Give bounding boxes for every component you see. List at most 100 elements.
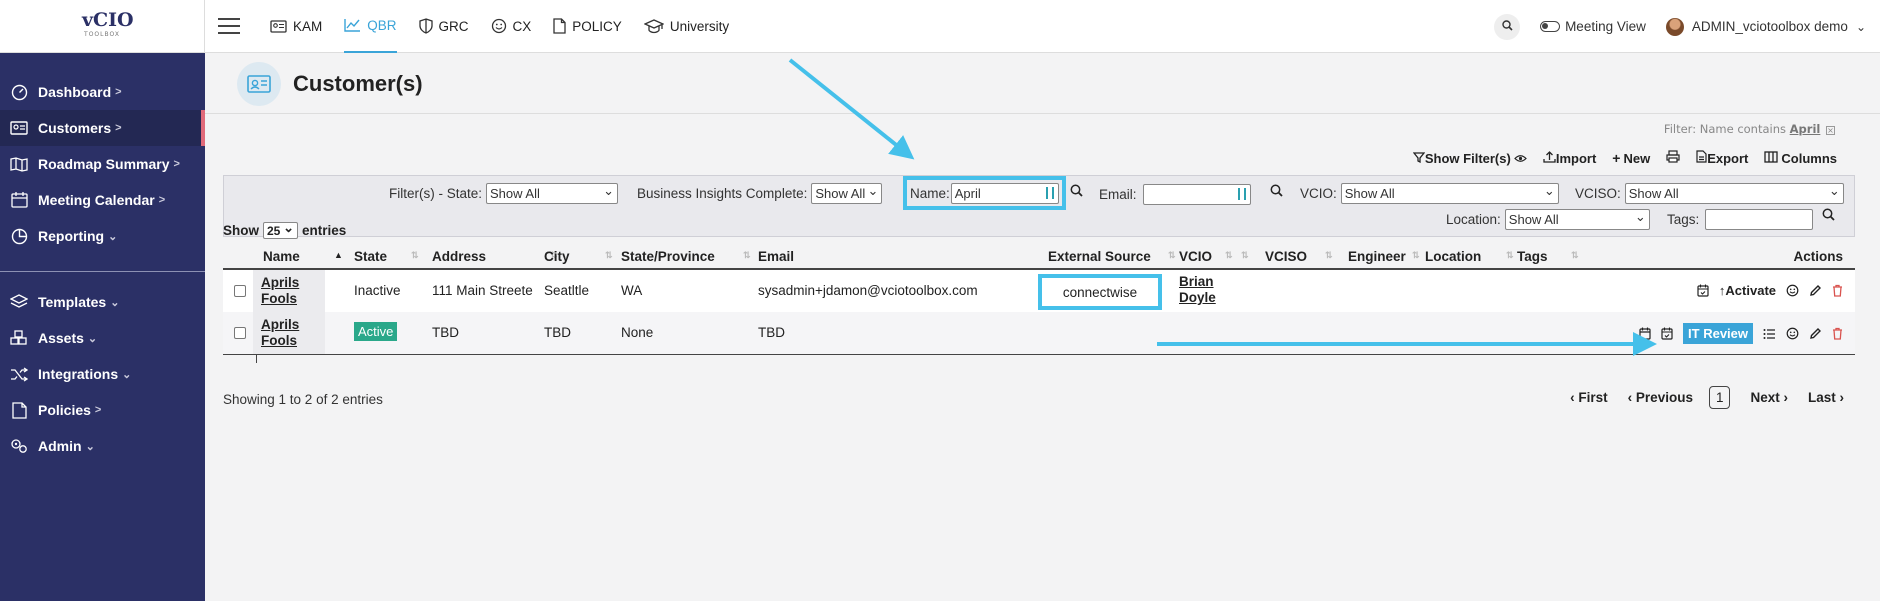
sidebar: vCIO TOOLBOX Dashboard > Customers > Roa… bbox=[0, 0, 205, 601]
keyboard-icon bbox=[1045, 186, 1054, 199]
sidebar-item-customers[interactable]: Customers > bbox=[0, 110, 205, 146]
print-button[interactable] bbox=[1666, 150, 1680, 166]
email-search-icon[interactable] bbox=[1270, 184, 1283, 197]
vciso-filter-label: VCISO: bbox=[1575, 186, 1621, 201]
col-email[interactable]: Email bbox=[758, 249, 794, 264]
sidebar-item-roadmap-summary[interactable]: Roadmap Summary > bbox=[0, 146, 205, 182]
new-button[interactable]: + New bbox=[1612, 150, 1650, 166]
col-tags[interactable]: Tags bbox=[1517, 249, 1548, 264]
sidebar-item-meeting-calendar[interactable]: Meeting Calendar > bbox=[0, 182, 205, 218]
col-state-province[interactable]: State/Province bbox=[621, 249, 715, 264]
row-checkbox[interactable] bbox=[234, 285, 246, 297]
clear-filter-icon[interactable]: × bbox=[1826, 126, 1835, 135]
sidebar-item-label: Meeting Calendar bbox=[38, 192, 155, 208]
sidebar-item-integrations[interactable]: Integrations ⌄ bbox=[0, 356, 205, 392]
tags-search-icon[interactable] bbox=[1822, 208, 1835, 221]
sidebar-item-assets[interactable]: Assets ⌄ bbox=[0, 320, 205, 356]
business-insights-filter: Business Insights Complete: Show All bbox=[637, 183, 883, 204]
show-filters-button[interactable]: Show Filter(s) bbox=[1412, 151, 1527, 166]
sidebar-item-policies[interactable]: Policies > bbox=[0, 392, 205, 428]
edit-pencil-icon[interactable] bbox=[1809, 327, 1822, 340]
previous-page-button[interactable]: ‹ Previous bbox=[1628, 390, 1693, 405]
customers-table: Name ▲ State ⇅ Address ⇅ City ⇅ State/Pr… bbox=[223, 242, 1855, 363]
chevron-right-icon: > bbox=[94, 404, 102, 416]
email-filter-input[interactable] bbox=[1142, 184, 1251, 205]
col-engineer[interactable]: Engineer bbox=[1348, 249, 1406, 264]
nav-policy[interactable]: POLICY bbox=[553, 0, 622, 53]
col-location[interactable]: Location bbox=[1425, 249, 1481, 264]
smile-icon[interactable] bbox=[1786, 284, 1799, 297]
it-review-button[interactable]: IT Review bbox=[1683, 323, 1753, 344]
col-name[interactable]: Name bbox=[263, 249, 300, 264]
page-number-button[interactable]: 1 bbox=[1708, 386, 1731, 409]
nav-grc[interactable]: GRC bbox=[418, 0, 469, 53]
location-select[interactable]: Show All bbox=[1504, 209, 1650, 230]
hamburger-menu-icon[interactable] bbox=[218, 13, 240, 39]
col-vcio[interactable]: VCIO bbox=[1179, 249, 1212, 264]
calendar-check-icon[interactable] bbox=[1661, 327, 1673, 340]
col-address[interactable]: Address bbox=[432, 249, 486, 264]
smile-icon[interactable] bbox=[1786, 327, 1799, 340]
sidebar-item-reporting[interactable]: Reporting ⌄ bbox=[0, 218, 205, 254]
tags-filter-input[interactable] bbox=[1705, 209, 1814, 230]
table-info: Showing 1 to 2 of 2 entries bbox=[223, 392, 383, 407]
edit-pencil-icon[interactable] bbox=[1809, 284, 1822, 297]
calendar-icon[interactable] bbox=[1639, 327, 1651, 340]
meeting-view-toggle[interactable]: Meeting View bbox=[1540, 19, 1646, 34]
col-state[interactable]: State bbox=[354, 249, 387, 264]
sidebar-divider bbox=[0, 271, 205, 272]
sidebar-item-admin[interactable]: Admin ⌄ bbox=[0, 428, 205, 464]
document-icon bbox=[8, 401, 30, 419]
delete-trash-icon[interactable] bbox=[1832, 327, 1843, 340]
filter-note-value[interactable]: April bbox=[1790, 122, 1821, 136]
columns-icon bbox=[1764, 150, 1779, 166]
logo-box[interactable]: vCIO TOOLBOX bbox=[0, 0, 205, 53]
vcio-select[interactable]: Show All bbox=[1340, 183, 1559, 204]
sidebar-item-dashboard[interactable]: Dashboard > bbox=[0, 74, 205, 110]
avatar bbox=[1665, 17, 1684, 36]
graduation-cap-icon bbox=[643, 18, 664, 34]
first-page-button[interactable]: ‹ First bbox=[1570, 390, 1608, 405]
col-city[interactable]: City bbox=[544, 249, 570, 264]
user-menu[interactable]: ADMIN_vciotoolbox demo ⌄ bbox=[1665, 17, 1866, 36]
sidebar-item-templates[interactable]: Templates ⌄ bbox=[0, 284, 205, 320]
nav-cx[interactable]: CX bbox=[491, 0, 531, 53]
columns-button[interactable]: Columns bbox=[1764, 151, 1837, 166]
import-button[interactable]: Import bbox=[1543, 151, 1596, 166]
page-length-select[interactable]: 25 bbox=[263, 222, 298, 239]
calendar-check-icon[interactable] bbox=[1697, 284, 1709, 297]
sidebar-item-label: Admin bbox=[38, 438, 82, 454]
new-label: New bbox=[1623, 150, 1651, 166]
row-actions: IT Review bbox=[1629, 323, 1843, 344]
state-filter-label: Filter(s) - State: bbox=[389, 186, 483, 201]
global-search-button[interactable] bbox=[1494, 13, 1521, 40]
eye-icon bbox=[1513, 151, 1527, 166]
row-checkbox[interactable] bbox=[234, 327, 246, 339]
business-insights-select[interactable]: Show All bbox=[811, 183, 883, 204]
activate-button[interactable]: ↑ Activate bbox=[1719, 283, 1776, 298]
name-filter-input[interactable]: April bbox=[950, 182, 1059, 204]
page-header: Customer(s) bbox=[205, 54, 1880, 114]
col-external-source[interactable]: External Source bbox=[1048, 249, 1151, 264]
col-vciso[interactable]: VCISO bbox=[1265, 249, 1307, 264]
col-actions: Actions bbox=[1793, 249, 1843, 264]
logo[interactable]: vCIO TOOLBOX bbox=[82, 9, 134, 43]
last-label: Last bbox=[1807, 390, 1836, 405]
name-search-icon[interactable] bbox=[1070, 184, 1083, 197]
vcio-link[interactable]: Brian Doyle bbox=[1179, 274, 1216, 306]
last-page-button[interactable]: Last › bbox=[1808, 390, 1844, 405]
nav-qbr[interactable]: QBR bbox=[344, 0, 397, 53]
customer-name-line: Fools bbox=[261, 291, 297, 306]
state-select[interactable]: Show All bbox=[486, 183, 619, 204]
export-button[interactable]: Export bbox=[1696, 150, 1748, 166]
next-page-button[interactable]: Next › bbox=[1750, 390, 1788, 405]
sort-icon: ⇅ bbox=[1325, 250, 1333, 260]
list-icon[interactable] bbox=[1763, 328, 1776, 340]
delete-trash-icon[interactable] bbox=[1832, 284, 1843, 297]
customer-name-link[interactable]: Aprils Fools bbox=[253, 312, 325, 354]
show-label: Show bbox=[223, 223, 259, 238]
nav-university[interactable]: University bbox=[643, 0, 729, 53]
vciso-select[interactable]: Show All bbox=[1624, 183, 1844, 204]
customer-name-link[interactable]: Aprils Fools bbox=[253, 270, 325, 312]
nav-kam[interactable]: KAM bbox=[270, 0, 322, 53]
